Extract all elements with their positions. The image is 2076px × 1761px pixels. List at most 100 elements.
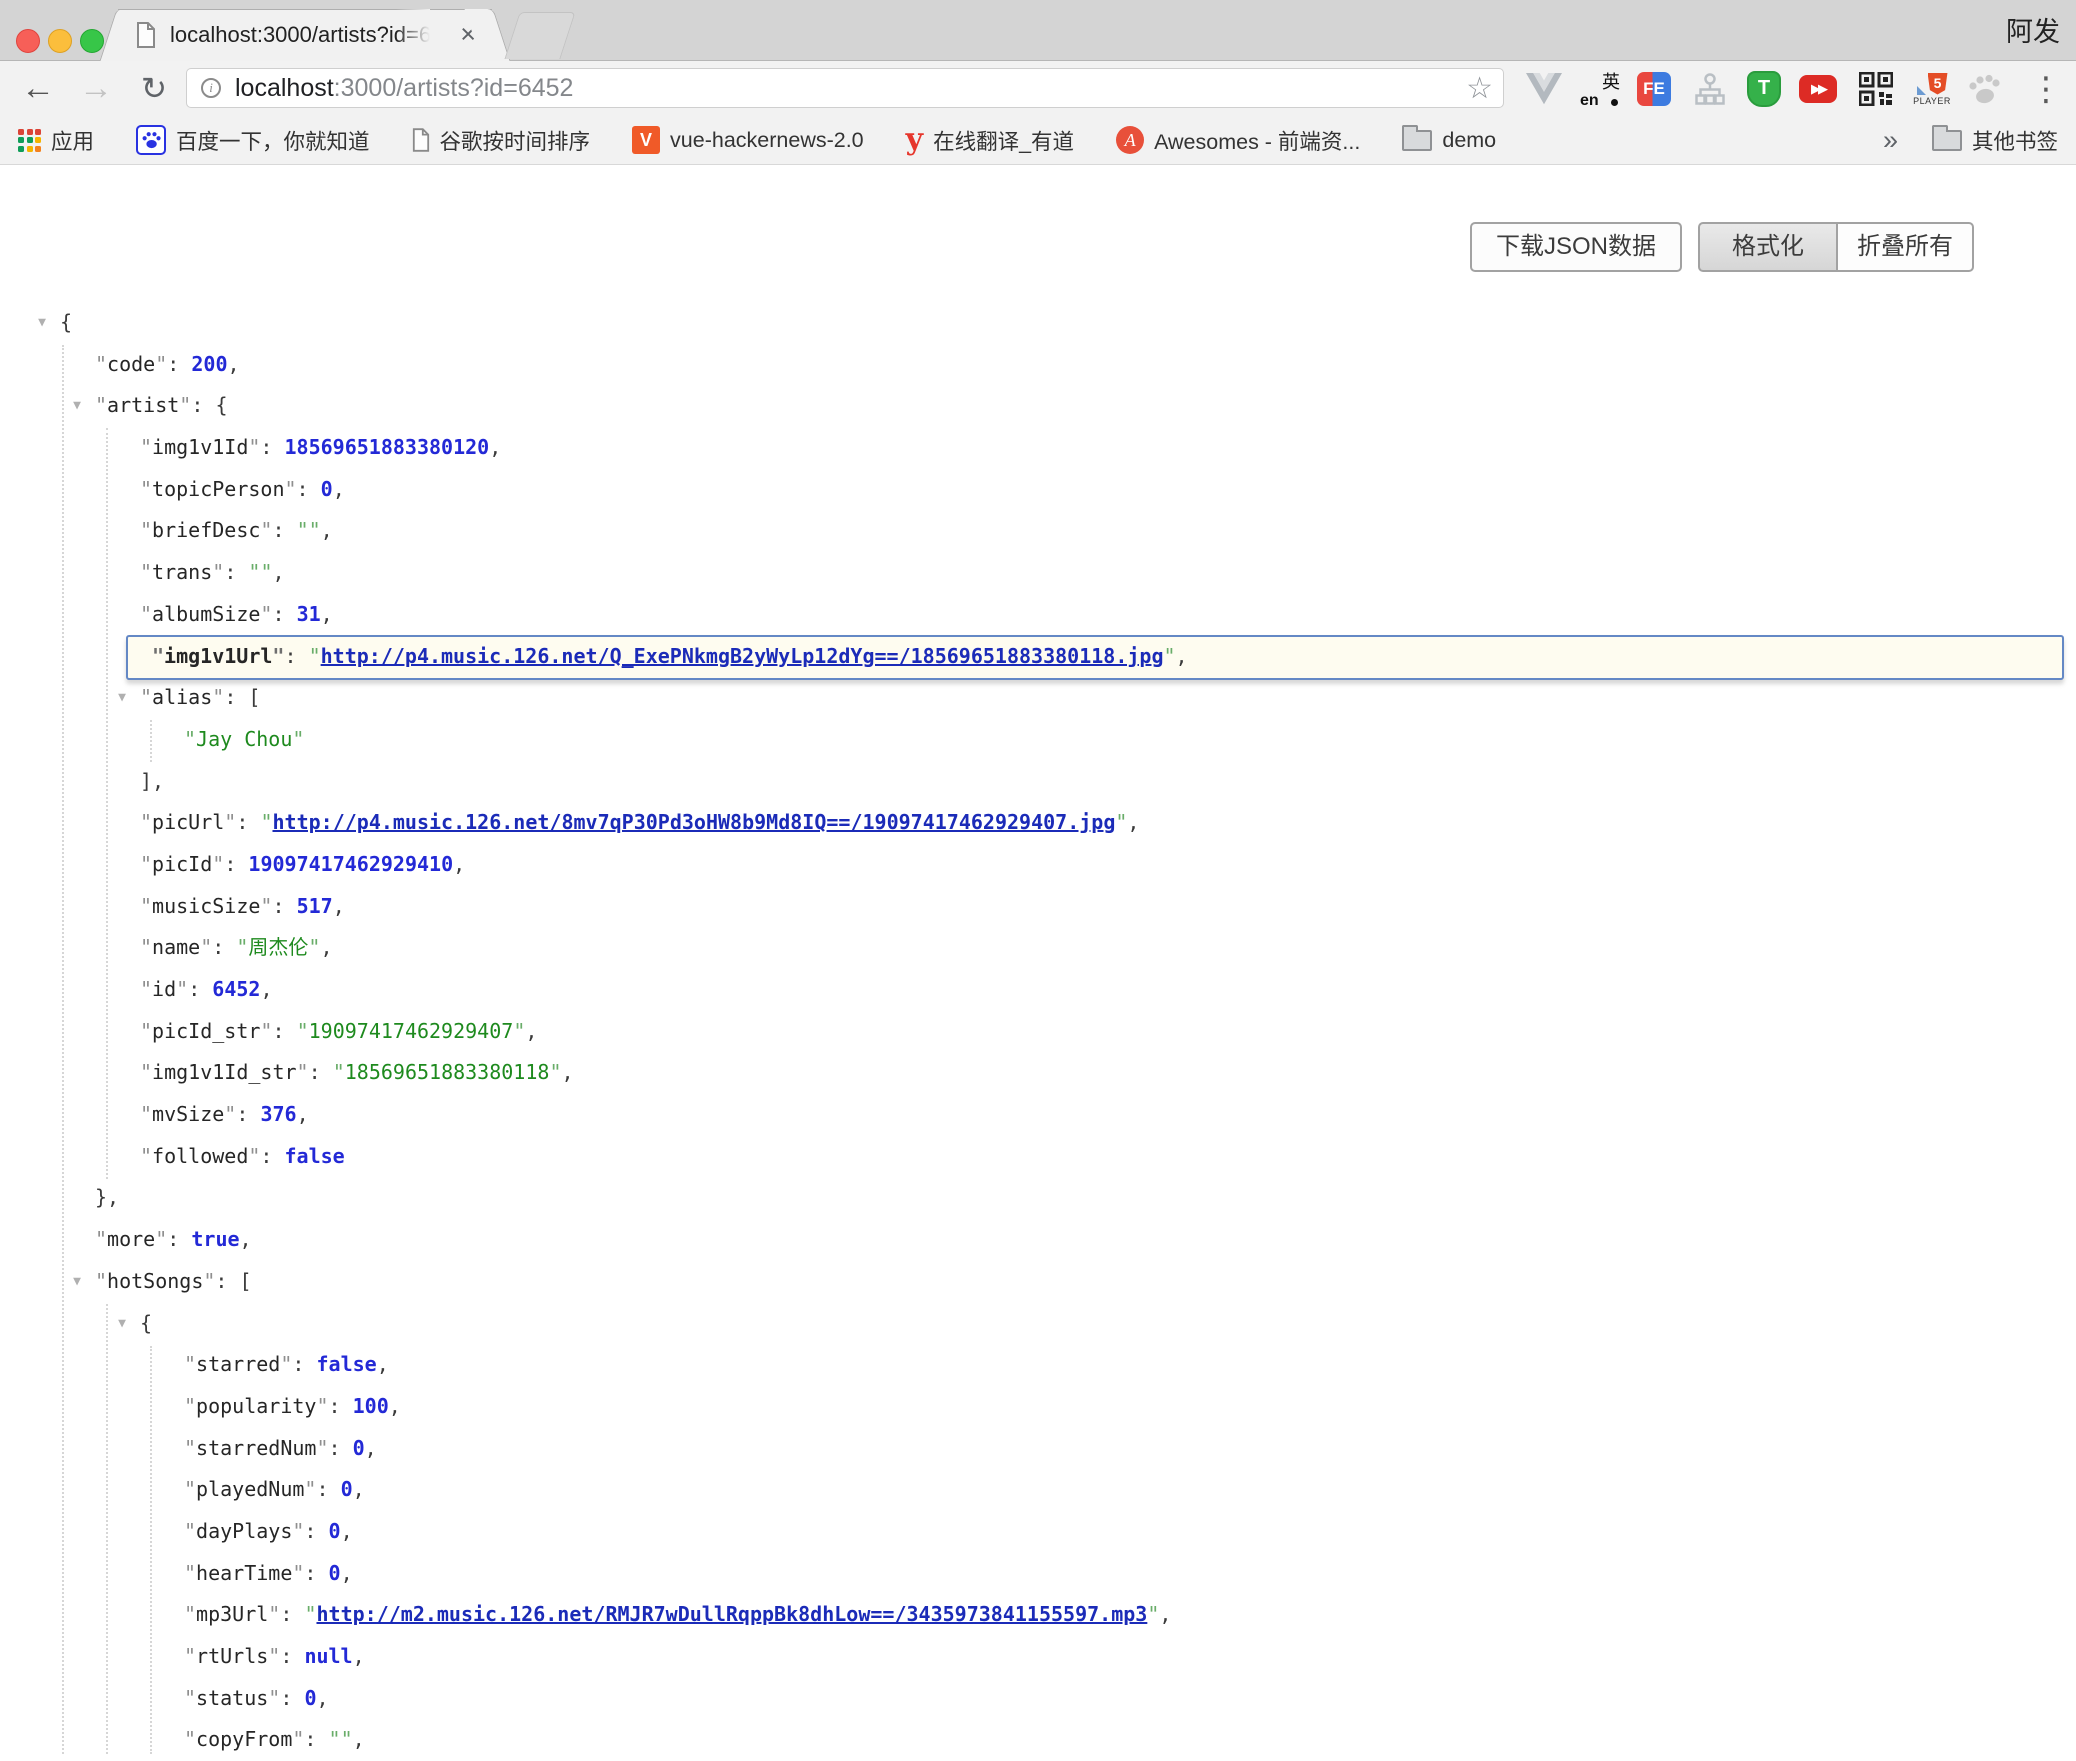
back-button[interactable]: ← <box>18 61 58 116</box>
bookmark-label: demo <box>1442 128 1496 153</box>
json-url-link[interactable]: http://m2.music.126.net/RMJR7wDullRqppBk… <box>316 1602 1147 1626</box>
format-button[interactable]: 格式化 <box>1698 222 1836 272</box>
collapse-toggle-icon[interactable]: ▼ <box>110 677 134 719</box>
site-info-icon[interactable]: i <box>201 78 221 98</box>
bookmark-label: 其他书签 <box>1972 125 2058 156</box>
json-key: albumSize <box>152 602 260 626</box>
json-string-value: Jay Chou <box>196 727 292 751</box>
bookmark-label: 应用 <box>51 125 94 156</box>
json-line: "briefDesc": "", <box>0 510 2076 552</box>
json-line: "img1v1Id_str": "18569651883380118", <box>0 1052 2076 1094</box>
page-content: 下载JSON数据 格式化 折叠所有 ▼{"code": 200,▼"artist… <box>0 165 2076 1754</box>
json-key: hearTime <box>196 1561 292 1585</box>
translate-en-label: en <box>1580 92 1599 110</box>
translate-cn-label: 英 <box>1602 68 1620 94</box>
bookmark-google-sort[interactable]: 谷歌按时间排序 <box>412 125 591 156</box>
address-bar[interactable]: i localhost:3000/artists?id=6452 ☆ <box>186 68 1504 108</box>
tampermonkey-extension-icon[interactable]: T <box>1744 70 1784 108</box>
video-speed-extension-icon[interactable]: ▶▶ <box>1798 70 1838 108</box>
window-controls <box>16 29 104 53</box>
json-key: picUrl <box>152 810 224 834</box>
fe-label: FE <box>1637 72 1671 106</box>
bookmark-awesomes[interactable]: A Awesomes - 前端资... <box>1116 125 1360 156</box>
json-line: "trans": "", <box>0 552 2076 594</box>
collapse-toggle-icon[interactable]: ▼ <box>65 1261 89 1303</box>
json-value: 0 <box>321 477 333 501</box>
json-line: "dayPlays": 0, <box>0 1511 2076 1553</box>
maximize-window-button[interactable] <box>80 29 104 53</box>
json-url-link[interactable]: http://p4.music.126.net/Q_ExePNkmgB2yWyL… <box>321 644 1164 668</box>
json-key: rtUrls <box>196 1644 268 1668</box>
collapse-toggle-icon[interactable]: ▼ <box>65 385 89 427</box>
json-line: "picId_str": "19097417462929407", <box>0 1011 2076 1053</box>
json-line: "picId": 19097417462929410, <box>0 844 2076 886</box>
json-line: "musicSize": 517, <box>0 886 2076 928</box>
html5-logo: 5 <box>1928 73 1948 95</box>
fe-helper-extension-icon[interactable]: FE <box>1634 70 1674 108</box>
json-line: "albumSize": 31, <box>0 594 2076 636</box>
json-line-highlighted: "img1v1Url": "http://p4.music.126.net/Q_… <box>0 636 2076 678</box>
json-value: true <box>191 1227 239 1251</box>
tab-close-icon[interactable]: × <box>460 9 476 61</box>
json-url-link[interactable]: http://p4.music.126.net/8mv7qP30Pd3oHW8b… <box>272 810 1115 834</box>
url-text[interactable]: localhost:3000/artists?id=6452 <box>235 69 573 107</box>
json-string-value: 周杰伦 <box>248 935 308 959</box>
html5-player-label: PLAYER <box>1913 96 1951 106</box>
json-line: ▼{ <box>0 302 2076 344</box>
new-tab-button[interactable] <box>504 12 575 59</box>
bookmark-label: 百度一下，你就知道 <box>176 125 370 156</box>
vue-badge-icon: V <box>632 126 660 154</box>
json-key: artist <box>107 393 179 417</box>
bookmark-baidu[interactable]: 百度一下，你就知道 <box>136 125 370 156</box>
json-key: copyFrom <box>196 1727 292 1751</box>
download-json-button[interactable]: 下载JSON数据 <box>1470 222 1682 272</box>
bookmark-apps[interactable]: 应用 <box>18 125 94 156</box>
bookmark-vue-hackernews[interactable]: V vue-hackernews-2.0 <box>632 126 864 154</box>
json-line: }, <box>0 1177 2076 1219</box>
reload-button[interactable]: ↻ <box>134 61 174 116</box>
page-icon <box>412 128 430 152</box>
bookmark-youdao-translate[interactable]: y 在线翻译_有道 <box>906 125 1074 156</box>
json-value: null <box>304 1644 352 1668</box>
qr-code-extension-icon[interactable] <box>1856 70 1896 108</box>
html5-player-extension-icon[interactable]: 5 PLAYER <box>1906 70 1958 108</box>
json-line: "followed": false <box>0 1136 2076 1178</box>
fast-forward-glyph: ▶▶ <box>1799 75 1837 103</box>
sitemap-extension-icon[interactable] <box>1690 70 1730 108</box>
folder-icon <box>1402 130 1432 151</box>
translate-extension-icon[interactable]: 英 en <box>1580 70 1620 108</box>
bookmarks-overflow-icon[interactable]: » <box>1883 125 1898 156</box>
json-value: 0 <box>304 1686 316 1710</box>
json-value: 0 <box>353 1436 365 1460</box>
browser-profile-name: 阿发 <box>2006 0 2060 60</box>
json-key: id <box>152 977 176 1001</box>
collapse-toggle-icon[interactable]: ▼ <box>30 302 54 344</box>
json-value: 0 <box>329 1519 341 1543</box>
json-line: "popularity": 100, <box>0 1386 2076 1428</box>
json-key: popularity <box>196 1394 316 1418</box>
json-value: 19097417462929410 <box>248 852 453 876</box>
tampermonkey-label: T <box>1747 71 1781 107</box>
vue-devtools-extension-icon[interactable] <box>1524 70 1564 108</box>
bookmark-folder-demo[interactable]: demo <box>1402 128 1496 153</box>
json-value: 200 <box>191 352 227 376</box>
json-string-value: 18569651883380118 <box>345 1060 550 1084</box>
json-key: alias <box>152 685 212 709</box>
json-key: hotSongs <box>107 1269 203 1293</box>
browser-tab[interactable]: localhost:3000/artists?id=645 × <box>122 9 488 61</box>
json-key: picId_str <box>152 1019 260 1043</box>
tab-title: localhost:3000/artists?id=645 <box>170 9 430 61</box>
close-window-button[interactable] <box>16 29 40 53</box>
bookmark-star-icon[interactable]: ☆ <box>1466 69 1493 107</box>
paw-extension-icon[interactable] <box>1964 70 2004 108</box>
json-value: 0 <box>329 1561 341 1585</box>
collapse-toggle-icon[interactable]: ▼ <box>110 1303 134 1345</box>
json-key: picId <box>152 852 212 876</box>
browser-menu-icon[interactable]: ⋮ <box>2026 61 2066 116</box>
bookmark-folder-other[interactable]: 其他书签 <box>1932 125 2058 156</box>
json-line: "mp3Url": "http://m2.music.126.net/RMJR7… <box>0 1594 2076 1636</box>
json-line: "more": true, <box>0 1219 2076 1261</box>
collapse-all-button[interactable]: 折叠所有 <box>1836 222 1974 272</box>
minimize-window-button[interactable] <box>48 29 72 53</box>
json-key: starred <box>196 1352 280 1376</box>
